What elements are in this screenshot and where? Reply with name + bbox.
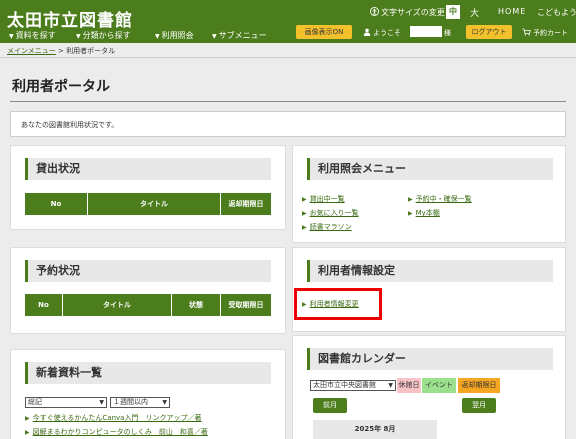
breadcrumb: メインメニュー > 利用者ポータル: [7, 46, 115, 56]
reservations-list-link[interactable]: ▶ 予約中・確保一覧: [408, 194, 472, 204]
column-title: タイトル: [63, 294, 172, 316]
image-display-toggle-button[interactable]: 画像表示ON: [296, 25, 352, 39]
my-bookshelf-link[interactable]: ▶ My本棚: [408, 208, 440, 218]
reservation-cart-link[interactable]: 予約カート: [522, 28, 568, 38]
legend-event: イベント: [422, 378, 456, 393]
reservation-status-heading: 予約状況: [25, 260, 271, 282]
new-item-title: 図解まるわかりコンピュータのしくみ 前山 和喜／著: [32, 428, 208, 436]
nav-usage-inquiry[interactable]: ▼ 利用照会: [155, 30, 194, 41]
highlight-box: [294, 288, 382, 320]
user-icon: [363, 28, 371, 36]
chevron-down-icon: ▼: [99, 399, 104, 406]
loan-list-link[interactable]: ▶ 貸出中一覧: [302, 194, 345, 204]
new-item-link[interactable]: ▶ 今すぐ使えるかんたんCanva入門 リンクアップ／著: [25, 413, 201, 423]
nav-label: 利用照会: [161, 31, 194, 40]
arrow-bullet-icon: ▶: [302, 196, 307, 203]
reading-marathon-link[interactable]: ▶ 読書マラソン: [302, 222, 352, 232]
cart-icon: [522, 28, 531, 36]
status-message: あなたの図書館利用状況です。: [21, 121, 119, 129]
kids-page-link[interactable]: こどもよう: [537, 7, 576, 18]
period-select-value: １週間以内: [113, 398, 148, 406]
divider: [0, 57, 576, 58]
legend-closed-day: 休館日: [397, 378, 421, 393]
loan-status-heading: 貸出状況: [25, 158, 271, 180]
site-title[interactable]: 太田市立図書館: [7, 6, 133, 31]
nav-label: サブメニュー: [218, 31, 267, 40]
welcome-label: ようこそ: [373, 29, 401, 37]
column-no: No: [25, 294, 63, 316]
username-redacted: [410, 26, 442, 37]
arrow-bullet-icon: ▶: [25, 429, 30, 436]
cart-label: 予約カート: [533, 29, 568, 37]
chevron-down-icon: ▼: [388, 382, 393, 389]
previous-month-button[interactable]: 前月: [313, 398, 347, 413]
reservation-table-header: No タイトル 状態 受取期限日: [25, 294, 271, 316]
page-title: 利用者ポータル: [12, 79, 110, 95]
arrow-bullet-icon: ▶: [408, 196, 413, 203]
new-items-panel: 新着資料一覧 総記 ▼ １週間以内 ▼ ▶ 今すぐ使えるかんたんCanva入門 リンク…: [10, 349, 286, 439]
library-select[interactable]: 太田市立中央図書館 ▼: [310, 380, 396, 391]
breadcrumb-main-menu-link[interactable]: メインメニュー: [7, 47, 56, 55]
status-message-box: あなたの図書館利用状況です。: [10, 111, 566, 137]
font-size-label-text: 文字サイズの変更: [381, 8, 445, 17]
accessibility-icon: [370, 7, 379, 16]
title-divider: [10, 101, 566, 102]
library-calendar-heading: 図書館カレンダー: [307, 348, 553, 370]
link-label: お気に入り一覧: [309, 209, 359, 217]
category-select-value: 総記: [28, 398, 42, 406]
triangle-down-icon: ▼: [155, 33, 160, 40]
site-header: 太田市立図書館 ▼ 資料を探す ▼ 分類から探す ▼ 利用照会 ▼ サブメニュー 文字サ…: [0, 0, 576, 43]
column-status: 状態: [172, 294, 221, 316]
column-title: タイトル: [88, 193, 221, 215]
link-label: My本棚: [415, 209, 440, 217]
new-items-heading: 新着資料一覧: [25, 362, 271, 384]
nav-browse-classification[interactable]: ▼ 分類から探す: [76, 30, 131, 41]
loan-status-panel: 貸出状況 No タイトル 返却期限日: [10, 145, 286, 230]
reservation-status-panel: 予約状況 No タイトル 状態 受取期限日: [10, 247, 286, 334]
username-suffix: 様: [444, 29, 451, 37]
arrow-bullet-icon: ▶: [302, 210, 307, 217]
triangle-down-icon: ▼: [76, 33, 81, 40]
triangle-down-icon: ▼: [212, 33, 217, 40]
link-label: 予約中・確保一覧: [415, 195, 472, 203]
font-size-large-button[interactable]: 大: [470, 6, 479, 19]
period-select[interactable]: １週間以内 ▼: [110, 397, 170, 408]
user-settings-heading: 利用者情報設定: [307, 260, 553, 282]
font-size-label: 文字サイズの変更: [370, 7, 445, 18]
new-item-title: 今すぐ使えるかんたんCanva入門 リンクアップ／著: [32, 414, 202, 422]
home-link[interactable]: HOME: [498, 7, 526, 16]
loan-table-header: No タイトル 返却期限日: [25, 193, 271, 215]
triangle-down-icon: ▼: [9, 33, 14, 40]
nav-label: 分類から探す: [82, 31, 131, 40]
breadcrumb-separator: >: [58, 47, 64, 55]
breadcrumb-current: 利用者ポータル: [66, 47, 116, 55]
calendar-month-header: 2025年 8月: [313, 420, 437, 439]
usage-inquiry-heading: 利用照会メニュー: [307, 158, 553, 180]
usage-inquiry-panel: 利用照会メニュー ▶ 貸出中一覧 ▶ お気に入り一覧 ▶ 読書マラソン ▶ 予約中・確保…: [292, 145, 566, 243]
nav-label: 資料を探す: [15, 31, 56, 40]
library-select-value: 太田市立中央図書館: [313, 381, 376, 389]
next-month-button[interactable]: 翌月: [462, 398, 496, 413]
nav-submenu[interactable]: ▼ サブメニュー: [212, 30, 267, 41]
legend-due-date: 返却期限日: [458, 378, 500, 393]
column-due-date: 返却期限日: [221, 193, 271, 215]
font-size-medium-button[interactable]: 中: [446, 5, 460, 19]
new-item-link[interactable]: ▶ 図解まるわかりコンピュータのしくみ 前山 和喜／著: [25, 427, 208, 437]
logout-button[interactable]: ログアウト: [466, 25, 512, 39]
column-pickup-deadline: 受取期限日: [221, 294, 271, 316]
favorites-list-link[interactable]: ▶ お気に入り一覧: [302, 208, 359, 218]
link-label: 貸出中一覧: [309, 195, 345, 203]
chevron-down-icon: ▼: [162, 399, 167, 406]
arrow-bullet-icon: ▶: [408, 210, 413, 217]
welcome-text: ようこそ: [363, 28, 401, 38]
column-no: No: [25, 193, 88, 215]
category-select[interactable]: 総記 ▼: [25, 397, 107, 408]
nav-search-materials[interactable]: ▼ 資料を探す: [9, 30, 56, 41]
link-label: 読書マラソン: [309, 223, 352, 231]
arrow-bullet-icon: ▶: [25, 415, 30, 422]
arrow-bullet-icon: ▶: [302, 224, 307, 231]
